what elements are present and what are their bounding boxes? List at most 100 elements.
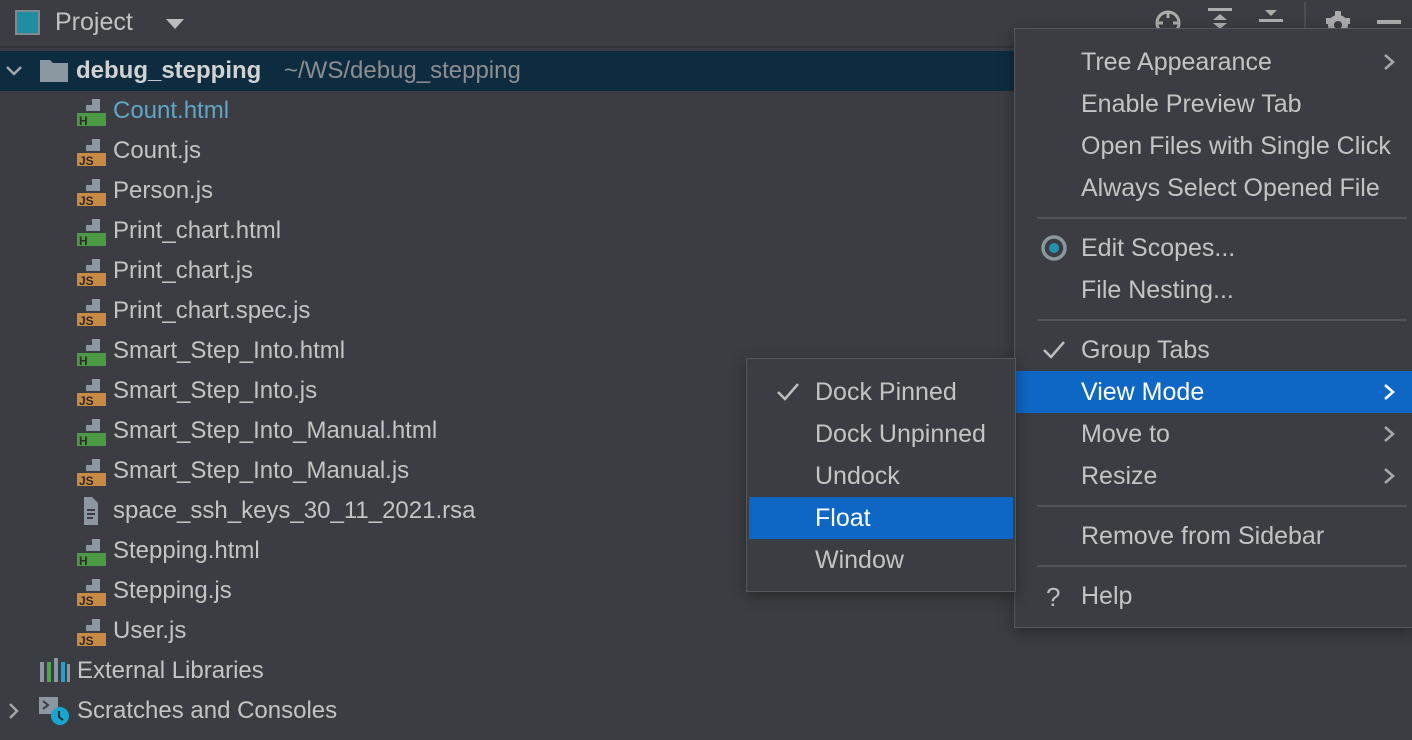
menu-item-move-to[interactable]: Move to: [1015, 413, 1412, 455]
external-libraries-icon: [40, 658, 70, 682]
js-file-icon: JS: [77, 259, 106, 287]
folder-icon: [40, 60, 68, 82]
menu-item-label: Float: [815, 503, 871, 532]
html-file-icon: H: [77, 339, 106, 367]
root-folder-name: debug_stepping: [76, 57, 262, 84]
svg-text:?: ?: [1046, 583, 1060, 609]
menu-item-label: Tree Appearance: [1081, 47, 1272, 76]
js-file-icon: JS: [77, 299, 106, 327]
file-name: space_ssh_keys_30_11_2021.rsa: [113, 497, 476, 524]
chevron-right-icon: [1384, 468, 1395, 484]
js-file-icon: JS: [77, 179, 106, 207]
svg-text:JS: JS: [79, 394, 94, 407]
view-mode-window[interactable]: Window: [749, 539, 1013, 581]
js-file-icon: JS: [77, 379, 106, 407]
chevron-right-icon: [1384, 426, 1395, 442]
header-separator: [1304, 2, 1306, 30]
svg-text:JS: JS: [79, 634, 94, 647]
menu-item-remove-from-sidebar[interactable]: Remove from Sidebar: [1015, 515, 1412, 557]
file-name: Smart_Step_Into_Manual.html: [113, 417, 438, 444]
menu-item-enable-preview-tab[interactable]: Enable Preview Tab: [1015, 83, 1412, 125]
menu-item-label: View Mode: [1081, 377, 1205, 406]
scratches-row[interactable]: Scratches and Consoles: [0, 691, 1412, 731]
menu-item-label: Edit Scopes...: [1081, 233, 1236, 262]
chevron-down-icon[interactable]: [4, 61, 24, 81]
svg-text:H: H: [79, 354, 88, 367]
menu-item-label: Move to: [1081, 419, 1170, 448]
menu-item-label: File Nesting...: [1081, 275, 1234, 304]
scratches-icon: [39, 697, 69, 725]
js-file-icon: JS: [77, 139, 106, 167]
help-icon: ?: [1046, 583, 1060, 609]
svg-text:H: H: [79, 234, 88, 247]
view-mode-dock-pinned[interactable]: Dock Pinned: [749, 371, 1013, 413]
chevron-right-icon[interactable]: [4, 701, 24, 721]
html-file-icon: H: [77, 99, 106, 127]
menu-item-label: Group Tabs: [1081, 335, 1210, 364]
svg-text:H: H: [79, 114, 88, 127]
file-name: Person.js: [113, 177, 214, 204]
file-name: Print_chart.html: [113, 217, 282, 244]
menu-item-view-mode[interactable]: View Mode: [1015, 371, 1412, 413]
html-file-icon: H: [77, 419, 106, 447]
file-name: Smart_Step_Into.html: [113, 337, 346, 364]
js-file-icon: JS: [77, 619, 106, 647]
svg-text:H: H: [79, 434, 88, 447]
view-mode-undock[interactable]: Undock: [749, 455, 1013, 497]
menu-item-always-select-opened-file[interactable]: Always Select Opened File: [1015, 167, 1412, 209]
svg-text:JS: JS: [79, 314, 94, 327]
external-libraries-label: External Libraries: [77, 657, 264, 684]
menu-item-file-nesting[interactable]: File Nesting...: [1015, 269, 1412, 311]
html-file-icon: H: [77, 539, 106, 567]
menu-item-label: Window: [815, 545, 904, 574]
js-file-icon: JS: [77, 459, 106, 487]
js-file-icon: JS: [77, 579, 106, 607]
file-name: Count.js: [113, 137, 202, 164]
external-libraries-row[interactable]: External Libraries: [0, 651, 1412, 691]
view-mode-submenu: Dock Pinned Dock Unpinned Undock Float Windo…: [746, 358, 1016, 592]
menu-item-tree-appearance[interactable]: Tree Appearance: [1015, 41, 1412, 83]
text-file-icon: [84, 497, 98, 525]
svg-text:JS: JS: [79, 594, 94, 607]
view-mode-float[interactable]: Float: [749, 497, 1013, 539]
menu-item-label: Dock Unpinned: [815, 419, 986, 448]
radio-selected-icon: [1041, 235, 1067, 261]
file-name: Stepping.js: [113, 577, 232, 604]
svg-text:JS: JS: [79, 274, 94, 287]
menu-item-resize[interactable]: Resize: [1015, 455, 1412, 497]
options-menu: Tree Appearance Enable Preview Tab Open Fi…: [1014, 28, 1412, 628]
file-name: Count.html: [113, 97, 230, 124]
svg-text:H: H: [79, 554, 88, 567]
file-name: Smart_Step_Into.js: [113, 377, 318, 404]
menu-item-group-tabs[interactable]: Group Tabs: [1015, 329, 1412, 371]
project-icon: [15, 10, 40, 35]
menu-item-label: Open Files with Single Click: [1081, 131, 1391, 160]
menu-item-edit-scopes[interactable]: Edit Scopes...: [1015, 227, 1412, 269]
root-folder-path: ~/WS/debug_stepping: [284, 57, 521, 84]
chevron-right-icon: [1384, 54, 1395, 70]
menu-item-label: Remove from Sidebar: [1081, 521, 1325, 550]
file-name: Print_chart.js: [113, 257, 254, 284]
menu-separator: [1037, 505, 1407, 507]
svg-text:JS: JS: [79, 474, 94, 487]
file-name: User.js: [113, 617, 187, 644]
checkmark-icon: [1043, 341, 1065, 359]
menu-item-label: Resize: [1081, 461, 1158, 490]
view-dropdown-icon[interactable]: [166, 19, 184, 29]
view-mode-dock-unpinned[interactable]: Dock Unpinned: [749, 413, 1013, 455]
chevron-right-icon: [1384, 384, 1395, 400]
menu-item-label: Dock Pinned: [815, 377, 957, 406]
file-name: Smart_Step_Into_Manual.js: [113, 457, 410, 484]
checkmark-icon: [777, 383, 799, 401]
menu-item-help[interactable]: ? Help: [1015, 575, 1412, 617]
menu-item-open-files-with-single-click[interactable]: Open Files with Single Click: [1015, 125, 1412, 167]
svg-text:JS: JS: [79, 194, 94, 207]
file-name: Stepping.html: [113, 537, 260, 564]
menu-separator: [1037, 217, 1407, 219]
html-file-icon: H: [77, 219, 106, 247]
menu-separator: [1037, 565, 1407, 567]
menu-item-label: Always Select Opened File: [1081, 173, 1380, 202]
tool-window-title[interactable]: Project: [55, 8, 133, 37]
menu-separator: [1037, 319, 1407, 321]
file-name: Print_chart.spec.js: [113, 297, 311, 324]
